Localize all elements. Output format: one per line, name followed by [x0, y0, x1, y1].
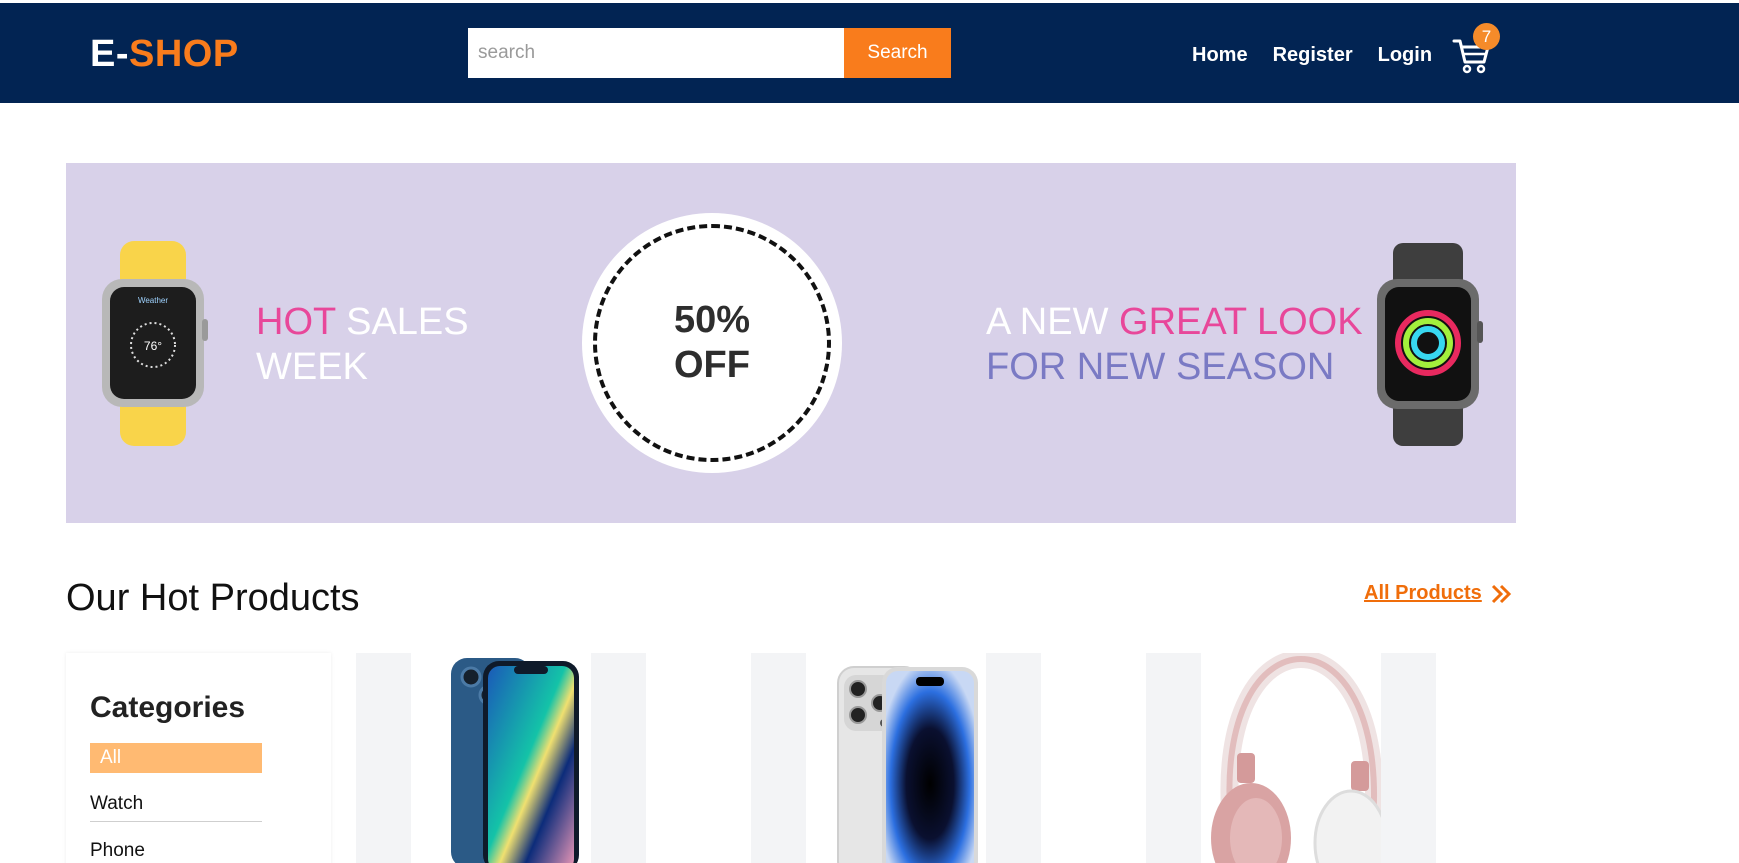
category-watch[interactable]: Watch	[90, 793, 262, 822]
new-season-label: FOR NEW SEASON	[986, 346, 1335, 388]
product-card[interactable]	[751, 653, 1041, 863]
page: E-SHOP Search Home Register Login 7	[0, 0, 1739, 863]
iphone-14-pro-silver-icon	[837, 666, 978, 863]
product-image-frame	[806, 653, 986, 863]
sales-label: SALES	[346, 301, 469, 343]
nav-login[interactable]: Login	[1378, 44, 1432, 67]
search-bar: Search	[468, 28, 951, 78]
discount-off: OFF	[674, 344, 750, 386]
svg-text:Weather: Weather	[138, 296, 168, 305]
category-all[interactable]: All	[90, 743, 262, 773]
search-button[interactable]: Search	[844, 28, 951, 78]
week-label: WEEK	[256, 346, 368, 388]
svg-text:76°: 76°	[144, 339, 162, 353]
navbar: E-SHOP Search Home Register Login 7	[0, 3, 1739, 103]
logo[interactable]: E-SHOP	[90, 33, 239, 76]
nav-links: Home Register Login	[1192, 44, 1432, 67]
black-watch-icon	[1377, 243, 1483, 446]
section-title: Our Hot Products	[66, 577, 360, 619]
iphone-13-blue-icon	[451, 658, 579, 863]
nav-home[interactable]: Home	[1192, 44, 1248, 67]
great-look-label: GREAT LOOK	[1119, 301, 1363, 343]
hot-label: HOT	[256, 301, 336, 343]
discount-circle: 50% OFF	[582, 213, 842, 473]
discount-dashed-ring: 50% OFF	[593, 224, 831, 462]
categories-title: Categories	[90, 691, 246, 724]
search-input[interactable]	[468, 28, 844, 78]
categories-panel: Categories All Watch Phone	[66, 653, 331, 863]
nav-register[interactable]: Register	[1273, 44, 1353, 67]
product-image-frame	[411, 653, 591, 863]
all-products-link[interactable]: All Products	[1364, 582, 1512, 605]
cart-count-badge: 7	[1473, 23, 1500, 50]
yellow-watch-icon: 76° Weather	[102, 241, 208, 446]
product-card[interactable]	[1146, 653, 1436, 863]
double-chevron-right-icon	[1491, 584, 1511, 603]
discount-percent: 50%	[673, 299, 751, 341]
new-look-text: A NEW GREAT LOOK FOR NEW SEASON	[986, 300, 1363, 390]
category-phone[interactable]: Phone	[90, 840, 262, 862]
product-image-frame	[1201, 653, 1389, 863]
logo-main: SHOP	[129, 33, 239, 75]
product-card[interactable]	[356, 653, 646, 863]
headphones-rose-gold-icon	[1211, 653, 1389, 863]
all-products-label: All Products	[1364, 582, 1482, 604]
promo-banner[interactable]: 76° Weather HOT SALES WEEK 50% OFF A NEW…	[66, 163, 1516, 523]
a-new-label: A NEW	[986, 301, 1109, 343]
logo-prefix: E-	[90, 33, 129, 75]
hot-sales-text: HOT SALES WEEK	[256, 300, 469, 390]
